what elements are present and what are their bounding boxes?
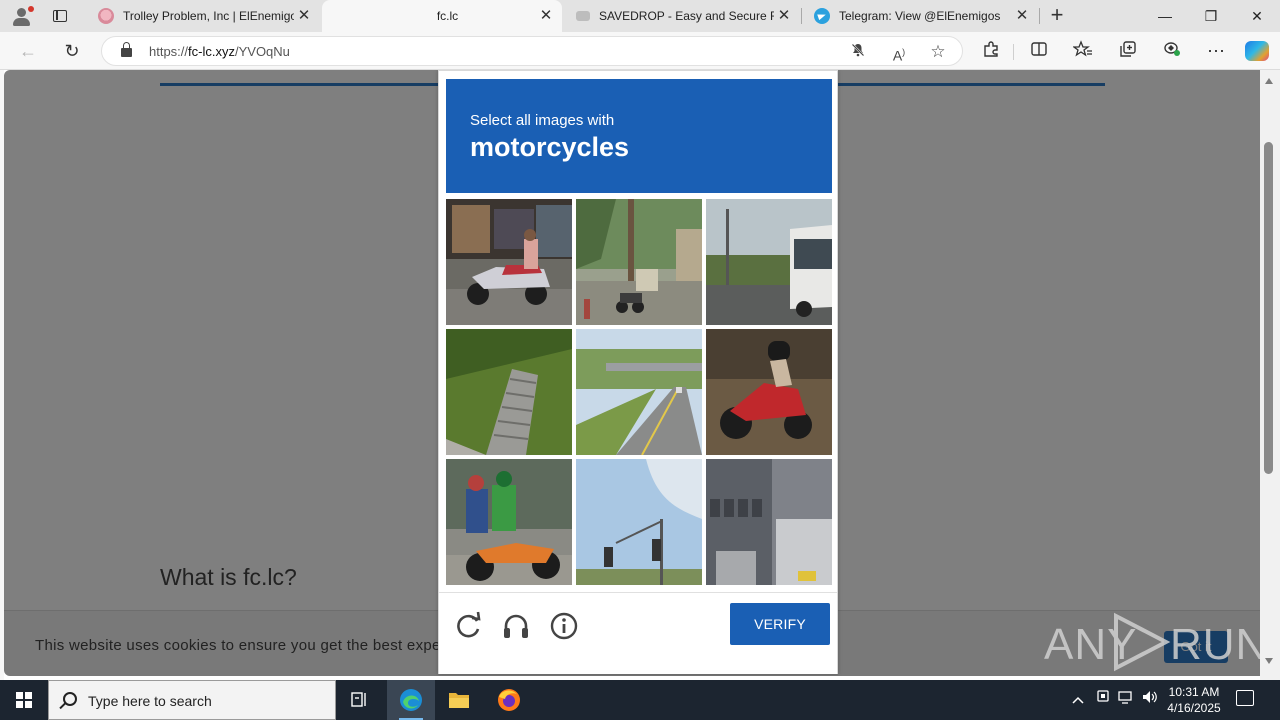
captcha-target: motorcycles bbox=[470, 132, 630, 162]
start-button[interactable] bbox=[0, 680, 48, 720]
info-icon[interactable] bbox=[547, 609, 581, 643]
lock-icon[interactable] bbox=[121, 42, 132, 57]
restore-button[interactable]: ❐ bbox=[1188, 0, 1234, 32]
back-arrow-icon[interactable]: ← bbox=[14, 39, 42, 63]
refresh-challenge-icon[interactable] bbox=[452, 609, 486, 643]
tab-savedrop[interactable]: SAVEDROP - Easy and Secure File ✕ bbox=[564, 0, 800, 32]
web-page: What is fc.lc? This website uses cookies… bbox=[4, 70, 1260, 676]
telegram-favicon-icon bbox=[814, 8, 830, 24]
url-text[interactable]: https://fc-lc.xyz/YVOqNu bbox=[149, 44, 290, 59]
captcha-tile-5[interactable] bbox=[576, 329, 702, 455]
tray-overflow-icon[interactable] bbox=[1068, 680, 1088, 720]
firefox-icon[interactable] bbox=[485, 680, 533, 720]
favorite-star-icon[interactable]: ☆ bbox=[927, 41, 949, 63]
captcha-tile-6[interactable] bbox=[706, 329, 832, 455]
search-placeholder: Type here to search bbox=[88, 693, 212, 709]
tab-title: Trolley Problem, Inc | ElEnemigos bbox=[123, 9, 294, 23]
toolbar-separator bbox=[1013, 44, 1014, 60]
clock-date: 4/16/2025 bbox=[1167, 701, 1221, 715]
browser-essentials-icon[interactable] bbox=[1160, 40, 1184, 62]
notification-center-icon[interactable] bbox=[1236, 690, 1254, 706]
captcha-tile-7[interactable] bbox=[446, 459, 572, 585]
profile-avatar-icon[interactable] bbox=[8, 4, 34, 28]
tab-title: fc.lc bbox=[436, 9, 459, 23]
scroll-down-icon[interactable] bbox=[1265, 658, 1273, 664]
anyrun-watermark: ANY RUN bbox=[1044, 610, 1260, 676]
read-aloud-icon[interactable]: A) bbox=[888, 41, 910, 64]
verify-button[interactable]: VERIFY bbox=[730, 603, 830, 645]
play-logo-icon bbox=[1114, 612, 1171, 672]
captcha-image-grid bbox=[446, 199, 832, 585]
scroll-thumb[interactable] bbox=[1264, 142, 1273, 474]
page-scrollbar[interactable] bbox=[1260, 70, 1280, 680]
page-viewport: What is fc.lc? This website uses cookies… bbox=[0, 70, 1280, 680]
taskbar-search-box[interactable]: Type here to search bbox=[48, 680, 336, 720]
tab-close-icon[interactable]: ✕ bbox=[1012, 6, 1032, 26]
tab-title: SAVEDROP - Easy and Secure File bbox=[599, 9, 774, 23]
minimize-button[interactable]: — bbox=[1142, 0, 1188, 32]
savedrop-favicon-icon bbox=[576, 11, 590, 21]
captcha-prompt: Select all images with bbox=[470, 112, 615, 129]
network-icon[interactable] bbox=[1116, 680, 1136, 720]
captcha-tile-9[interactable] bbox=[706, 459, 832, 585]
tab-trolley-problem[interactable]: Trolley Problem, Inc | ElEnemigos ✕ bbox=[86, 0, 320, 32]
captcha-tile-1[interactable] bbox=[446, 199, 572, 325]
windows-taskbar: Type here to search 10:31 AM 4/16/2025 bbox=[0, 680, 1280, 720]
tab-title: Telegram: View @ElEnemigos bbox=[839, 9, 1001, 23]
audio-challenge-icon[interactable] bbox=[499, 609, 533, 643]
search-icon bbox=[63, 692, 77, 706]
task-view-icon[interactable] bbox=[336, 680, 384, 720]
tab-close-icon[interactable]: ✕ bbox=[536, 6, 556, 26]
fclc-favicon-icon bbox=[334, 8, 350, 24]
taskbar-clock[interactable]: 10:31 AM 4/16/2025 bbox=[1162, 684, 1226, 716]
captcha-footer: VERIFY bbox=[439, 592, 837, 674]
browser-toolbar: ← ↻ https://fc-lc.xyz/YVOqNu A) ☆ ⋯ bbox=[0, 32, 1280, 70]
address-bar[interactable]: https://fc-lc.xyz/YVOqNu A) ☆ bbox=[101, 36, 963, 66]
collections-icon[interactable] bbox=[1116, 40, 1140, 62]
notification-dot bbox=[28, 6, 34, 12]
volume-icon[interactable] bbox=[1140, 680, 1160, 720]
windows-logo-icon bbox=[16, 692, 32, 708]
clock-time: 10:31 AM bbox=[1168, 685, 1220, 699]
tab-actions-icon[interactable] bbox=[46, 6, 74, 26]
captcha-tile-8[interactable] bbox=[576, 459, 702, 585]
tracking-blocked-icon[interactable] bbox=[847, 41, 869, 63]
file-explorer-icon[interactable] bbox=[435, 680, 483, 720]
captcha-challenge: Select all images with motorcycles VERIF… bbox=[438, 70, 838, 674]
captcha-header: Select all images with motorcycles bbox=[446, 79, 832, 193]
tab-close-icon[interactable]: ✕ bbox=[294, 6, 314, 26]
captcha-tile-2[interactable] bbox=[576, 199, 702, 325]
tab-strip: Trolley Problem, Inc | ElEnemigos ✕ fc.l… bbox=[0, 0, 1280, 32]
close-window-button[interactable]: ✕ bbox=[1234, 0, 1280, 32]
refresh-icon[interactable]: ↻ bbox=[58, 39, 86, 63]
new-tab-button[interactable]: + bbox=[1046, 4, 1068, 27]
copilot-icon[interactable] bbox=[1245, 41, 1269, 61]
tab-close-icon[interactable]: ✕ bbox=[774, 6, 794, 26]
tab-fclc[interactable]: fc.lc ✕ bbox=[322, 0, 562, 32]
trolley-favicon-icon bbox=[98, 8, 114, 24]
scroll-up-icon[interactable] bbox=[1265, 78, 1273, 84]
extensions-icon[interactable] bbox=[979, 40, 1003, 62]
favorites-icon[interactable] bbox=[1071, 40, 1095, 62]
captcha-tile-3[interactable] bbox=[706, 199, 832, 325]
split-screen-icon[interactable] bbox=[1027, 40, 1051, 62]
captcha-tile-4[interactable] bbox=[446, 329, 572, 455]
device-icon[interactable] bbox=[1093, 680, 1113, 720]
tab-telegram[interactable]: Telegram: View @ElEnemigos ✕ bbox=[802, 0, 1038, 32]
more-menu-icon[interactable]: ⋯ bbox=[1204, 40, 1228, 62]
edge-taskbar-icon[interactable] bbox=[387, 680, 435, 720]
tab-separator bbox=[1039, 8, 1040, 24]
